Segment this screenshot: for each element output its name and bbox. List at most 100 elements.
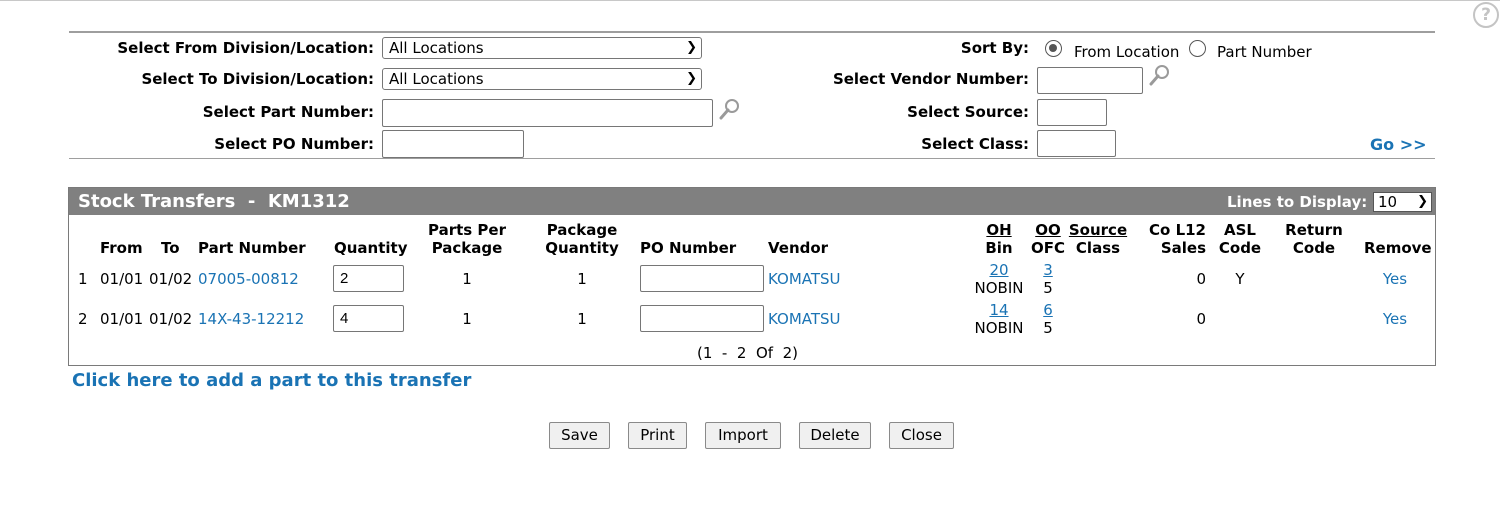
col-ppp-line1: Parts Per (428, 221, 506, 239)
row-to: 01/02 (149, 270, 193, 288)
radio-selected-dot (1049, 44, 1057, 52)
sort-by-label: Sort By: (960, 39, 1029, 57)
lines-to-display-select[interactable]: 10 ❯ (1373, 192, 1432, 212)
to-location-label: Select To Division/Location: (141, 70, 374, 88)
col-co-l12-sales: Co L12 Sales (1148, 221, 1206, 257)
row-to: 01/02 (149, 310, 193, 328)
row-parts-per-package: 1 (462, 270, 472, 288)
to-location-select[interactable]: All Locations ❯ (382, 68, 702, 90)
chevron-down-icon: ❯ (686, 40, 697, 55)
row-vendor-link[interactable]: KOMATSU (768, 310, 841, 328)
add-part-link[interactable]: Click here to add a part to this transfe… (72, 370, 471, 391)
row-oo-link[interactable]: 3 (1028, 261, 1068, 279)
row-part-number-link[interactable]: 14X-43-12212 (198, 310, 304, 328)
row-bin: NOBIN (974, 279, 1024, 297)
filter-top-divider (69, 31, 1435, 33)
lines-to-display-label: Lines to Display: (1227, 193, 1368, 211)
col-return-code: Return Code (1278, 221, 1350, 257)
col-quantity: Quantity (334, 239, 408, 257)
vendor-search-magnifier-icon[interactable] (1149, 64, 1171, 86)
row-ofc: 5 (1043, 319, 1053, 337)
row-number: 2 (78, 310, 88, 328)
row-from: 01/01 (100, 310, 144, 328)
col-co-line2: Sales (1160, 239, 1206, 257)
col-po-number: PO Number (640, 239, 737, 257)
from-location-value: All Locations (389, 39, 484, 57)
col-return-line1: Return (1285, 221, 1343, 239)
top-border (0, 0, 1500, 1)
row-package-quantity: 1 (577, 310, 587, 328)
class-label: Select Class: (921, 135, 1029, 153)
row-bin: NOBIN (974, 319, 1024, 337)
col-ofc: OFC (1030, 239, 1065, 257)
col-parts-per-package: Parts Per Package (417, 221, 517, 257)
col-part-number: Part Number (198, 239, 306, 257)
col-source-class: Source Class (1068, 221, 1128, 257)
row-oh-link[interactable]: 14 (974, 301, 1024, 319)
col-class: Class (1075, 239, 1121, 257)
sort-from-location-radio[interactable] (1045, 40, 1062, 57)
print-button[interactable]: Print (628, 422, 687, 449)
lines-to-display-value: 10 (1378, 193, 1398, 211)
row-co-l12-sales: 0 (1196, 270, 1206, 288)
sort-part-number-label: Part Number (1217, 43, 1312, 61)
row-vendor-link[interactable]: KOMATSU (768, 270, 841, 288)
part-search-magnifier-icon[interactable] (719, 98, 741, 120)
col-to: To (161, 239, 180, 257)
pagination-text: (1 - 2 Of 2) (697, 344, 798, 362)
from-location-select[interactable]: All Locations ❯ (382, 37, 702, 59)
col-asl-line2: Code (1218, 239, 1262, 257)
row-po-number-input[interactable] (640, 265, 764, 292)
row-quantity-input[interactable] (333, 265, 404, 292)
part-number-input[interactable] (382, 99, 713, 127)
col-oo-link[interactable]: OO (1028, 221, 1068, 239)
col-pq-line2: Quantity (545, 239, 619, 257)
stock-transfers-panel: Stock Transfers - KM1312 Lines to Displa… (68, 187, 1436, 366)
col-oh-link[interactable]: OH (974, 221, 1024, 239)
source-input[interactable] (1037, 99, 1107, 126)
row-parts-per-package: 1 (462, 310, 472, 328)
sort-from-location-label: From Location (1074, 43, 1180, 61)
row-number: 1 (78, 270, 88, 288)
import-button[interactable]: Import (705, 422, 781, 449)
col-from: From (100, 239, 143, 257)
row-remove-link[interactable]: Yes (1365, 310, 1425, 328)
to-location-value: All Locations (389, 70, 484, 88)
row-remove-link[interactable]: Yes (1365, 270, 1425, 288)
row-asl-code: Y (1235, 270, 1245, 288)
col-asl-code: ASL Code (1215, 221, 1265, 257)
row-from: 01/01 (100, 270, 144, 288)
from-location-label: Select From Division/Location: (117, 39, 374, 57)
class-input[interactable] (1037, 130, 1116, 157)
col-source-link[interactable]: Source (1068, 221, 1128, 239)
col-co-line1: Co L12 (1149, 221, 1206, 239)
row-oo-link[interactable]: 6 (1028, 301, 1068, 319)
col-oo-ofc: OO OFC (1028, 221, 1068, 257)
go-link[interactable]: Go >> (1370, 135, 1427, 154)
col-asl-line1: ASL (1224, 221, 1256, 239)
col-ppp-line2: Package (431, 239, 503, 257)
col-pq-line1: Package (546, 221, 618, 239)
col-vendor: Vendor (768, 239, 829, 257)
row-part-number-link[interactable]: 07005-00812 (198, 270, 299, 288)
save-button[interactable]: Save (549, 422, 610, 449)
chevron-down-icon: ❯ (686, 71, 697, 86)
panel-header-bar: Stock Transfers - KM1312 Lines to Displa… (69, 188, 1435, 215)
row-oh-link[interactable]: 20 (974, 261, 1024, 279)
po-number-label: Select PO Number: (214, 135, 374, 153)
filter-bottom-divider (69, 158, 1435, 159)
vendor-number-label: Select Vendor Number: (832, 70, 1029, 88)
sort-part-number-radio[interactable] (1189, 40, 1206, 57)
row-quantity-input[interactable] (333, 305, 404, 332)
delete-button[interactable]: Delete (799, 422, 871, 449)
close-button[interactable]: Close (889, 422, 954, 449)
row-co-l12-sales: 0 (1196, 310, 1206, 328)
source-label: Select Source: (907, 103, 1029, 121)
po-number-input[interactable] (382, 130, 524, 158)
chevron-down-icon: ❯ (1417, 194, 1428, 209)
help-icon[interactable]: ? (1473, 2, 1499, 28)
row-po-number-input[interactable] (640, 305, 764, 332)
part-number-label: Select Part Number: (202, 103, 374, 121)
vendor-number-input[interactable] (1037, 67, 1143, 94)
row-package-quantity: 1 (577, 270, 587, 288)
